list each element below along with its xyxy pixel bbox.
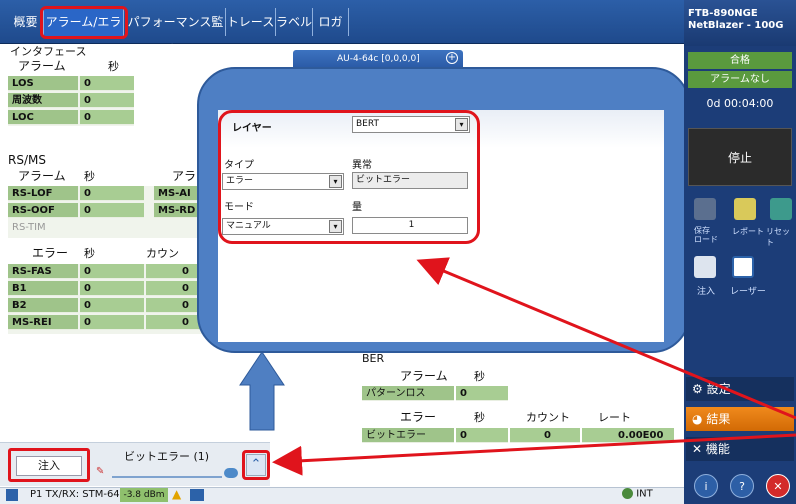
annotation-arrows: [239, 257, 796, 476]
arrow-to-settings: [416, 257, 796, 420]
arrow-to-expand: [272, 433, 796, 476]
blue-up-arrow: [239, 351, 285, 431]
